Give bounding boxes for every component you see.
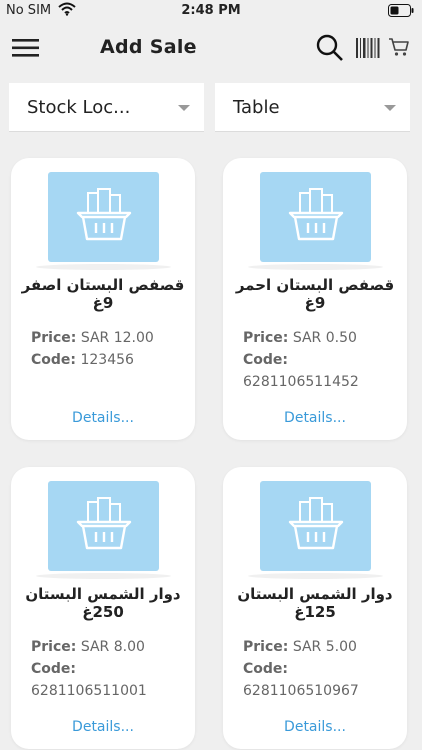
product-image — [248, 481, 383, 579]
product-card[interactable]: دوار الشمس البستان 250غ Price: SAR 8.00 … — [11, 467, 195, 749]
basket-icon — [76, 188, 132, 241]
product-code: 6281106511001 — [31, 683, 147, 699]
battery-icon — [388, 4, 414, 21]
product-card[interactable]: قصفص البستان احمر 9غ Price: SAR 0.50 Cod… — [223, 158, 407, 440]
barcode-icon[interactable] — [356, 38, 380, 62]
product-card[interactable]: دوار الشمس البستان 125غ Price: SAR 5.00 … — [223, 467, 407, 749]
product-price: Price: SAR 8.00 — [31, 639, 145, 655]
stock-location-value: Stock Loc... — [27, 97, 131, 118]
dropdown-caret-icon — [178, 105, 190, 111]
product-price: Price: SAR 0.50 — [243, 330, 357, 346]
product-card[interactable]: قصفص البستان اصفر 9غ Price: SAR 12.00 Co… — [11, 158, 195, 440]
menu-icon[interactable] — [12, 38, 40, 58]
product-image — [36, 172, 171, 270]
basket-icon — [76, 497, 132, 550]
dropdown-caret-icon — [384, 105, 396, 111]
basket-icon — [288, 188, 344, 241]
details-link[interactable]: Details... — [11, 719, 195, 735]
product-code: 6281106510967 — [243, 683, 359, 699]
product-image — [248, 172, 383, 270]
details-link[interactable]: Details... — [11, 410, 195, 426]
product-code-label: Code: — [31, 661, 77, 677]
product-code-label: Code: — [243, 661, 289, 677]
status-bar: No SIM 2:48 PM — [0, 0, 422, 22]
details-link[interactable]: Details... — [223, 719, 407, 735]
search-icon[interactable] — [316, 34, 344, 66]
product-code: 6281106511452 — [243, 374, 359, 390]
product-name: قصفص البستان اصفر 9غ — [21, 276, 185, 312]
cart-icon[interactable] — [388, 37, 410, 61]
product-code: Code: 123456 — [31, 352, 134, 368]
view-mode-dropdown[interactable]: Table — [215, 83, 410, 132]
product-name: دوار الشمس البستان 125غ — [237, 585, 393, 621]
page-title: Add Sale — [100, 36, 197, 58]
view-mode-value: Table — [233, 97, 280, 118]
product-image — [36, 481, 171, 579]
basket-icon — [288, 497, 344, 550]
app-header: Add Sale — [0, 24, 422, 72]
product-name: قصفص البستان احمر 9غ — [235, 276, 395, 312]
product-code-label: Code: — [243, 352, 289, 368]
status-time: 2:48 PM — [181, 3, 241, 18]
details-link[interactable]: Details... — [223, 410, 407, 426]
stock-location-dropdown[interactable]: Stock Loc... — [9, 83, 204, 132]
product-price: Price: SAR 5.00 — [243, 639, 357, 655]
product-name: دوار الشمس البستان 250غ — [25, 585, 181, 621]
product-price: Price: SAR 12.00 — [31, 330, 154, 346]
